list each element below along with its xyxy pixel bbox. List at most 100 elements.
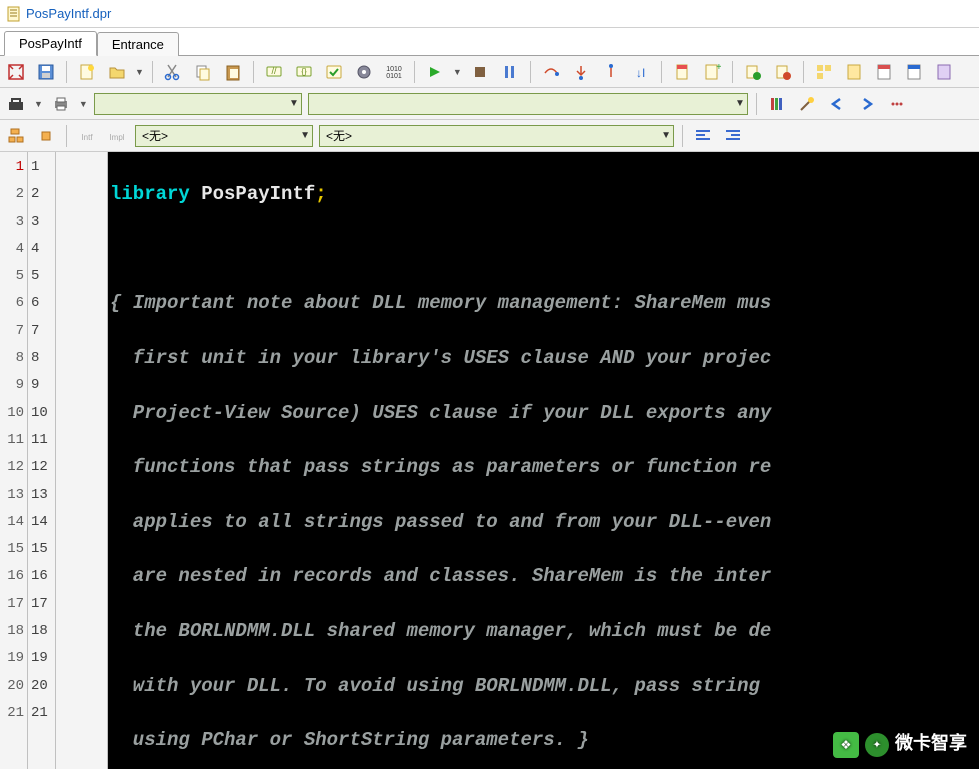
svg-text:Intf: Intf	[81, 133, 93, 142]
svg-text:{}: {}	[301, 67, 307, 76]
forward-icon[interactable]	[855, 92, 879, 116]
settings-icon[interactable]	[352, 60, 376, 84]
svg-text://: //	[271, 66, 277, 76]
line-number: 15	[31, 536, 55, 563]
ellipsis-icon[interactable]	[885, 92, 909, 116]
doc-d-icon[interactable]	[932, 60, 956, 84]
line-number: 1	[0, 154, 24, 181]
expand-tree-icon[interactable]	[4, 124, 28, 148]
line-number: 4	[31, 236, 55, 263]
separator	[530, 61, 531, 83]
doc-a-icon[interactable]	[842, 60, 866, 84]
chevron-down-icon: ▼	[300, 130, 310, 141]
dropdown-arrow-icon[interactable]: ▼	[453, 67, 462, 77]
toolbox-icon[interactable]	[4, 92, 28, 116]
comment-icon[interactable]: //	[262, 60, 286, 84]
separator	[803, 61, 804, 83]
intf-icon[interactable]: Intf	[75, 124, 99, 148]
dropdown-arrow-icon[interactable]: ▼	[79, 99, 88, 109]
cursor-position-icon[interactable]: ↓I	[629, 60, 653, 84]
line-number: 16	[0, 563, 24, 590]
tab-entrance[interactable]: Entrance	[97, 32, 179, 56]
new-file-icon[interactable]	[75, 60, 99, 84]
chevron-down-icon: ▼	[661, 130, 671, 141]
wechat-round-icon: ✦	[865, 733, 889, 757]
save-icon[interactable]	[34, 60, 58, 84]
align-left-icon[interactable]	[691, 124, 715, 148]
line-number: 12	[31, 454, 55, 481]
step-out-icon[interactable]	[599, 60, 623, 84]
pause-icon[interactable]	[498, 60, 522, 84]
chevron-down-icon: ▼	[735, 98, 745, 109]
class-remove-icon[interactable]	[771, 60, 795, 84]
tool-magic-icon[interactable]	[795, 92, 819, 116]
separator	[414, 61, 415, 83]
toolbar-search: ▼ ▼ ▼ ▼	[0, 88, 979, 120]
line-number: 4	[0, 236, 24, 263]
nav-combo-2[interactable]: <无>▼	[319, 125, 674, 147]
chevron-down-icon: ▼	[289, 98, 299, 109]
binary-icon[interactable]: 10100101	[382, 60, 406, 84]
class-add-icon[interactable]	[741, 60, 765, 84]
library-icon[interactable]	[765, 92, 789, 116]
collapse-tree-icon[interactable]	[34, 124, 58, 148]
search-combo-2[interactable]: ▼	[308, 93, 748, 115]
line-number: 9	[0, 372, 24, 399]
doc-b-icon[interactable]	[872, 60, 896, 84]
code-comment: with your DLL. To avoid using BORLNDMM.D…	[110, 673, 979, 700]
svg-text:↓I: ↓I	[636, 66, 645, 80]
line-number: 20	[31, 673, 55, 700]
step-into-icon[interactable]	[569, 60, 593, 84]
code-keyword: library	[110, 183, 190, 205]
dropdown-arrow-icon[interactable]: ▼	[135, 67, 144, 77]
watermark-text: 微卡智享	[895, 732, 967, 759]
paste-icon[interactable]	[221, 60, 245, 84]
module-list-icon[interactable]	[812, 60, 836, 84]
check-icon[interactable]	[322, 60, 346, 84]
comment-block-icon[interactable]: {}	[292, 60, 316, 84]
line-number: 9	[31, 372, 55, 399]
search-combo-1[interactable]: ▼	[94, 93, 302, 115]
separator	[66, 125, 67, 147]
impl-icon[interactable]: Impl	[105, 124, 129, 148]
line-number: 21	[0, 700, 24, 727]
line-number: 19	[0, 645, 24, 672]
step-over-icon[interactable]	[539, 60, 563, 84]
line-number: 1	[31, 154, 55, 181]
print-icon[interactable]	[49, 92, 73, 116]
dropdown-arrow-icon[interactable]: ▼	[34, 99, 43, 109]
tab-pospayintf[interactable]: PosPayIntf	[4, 31, 97, 56]
new-folder-icon[interactable]	[105, 60, 129, 84]
line-number: 8	[31, 345, 55, 372]
doc-c-icon[interactable]	[902, 60, 926, 84]
back-icon[interactable]	[825, 92, 849, 116]
separator	[756, 93, 757, 115]
line-number: 13	[0, 482, 24, 509]
file-icon	[6, 6, 22, 22]
code-ident: PosPayIntf	[190, 183, 315, 205]
cut-icon[interactable]	[161, 60, 185, 84]
nav-combo-1[interactable]: <无>▼	[135, 125, 313, 147]
svg-text:Impl: Impl	[109, 133, 124, 142]
new-doc-icon[interactable]: +	[700, 60, 724, 84]
line-number: 12	[0, 454, 24, 481]
line-number: 7	[31, 318, 55, 345]
code-comment: functions that pass strings as parameter…	[110, 454, 979, 481]
line-number: 5	[0, 263, 24, 290]
line-number: 5	[31, 263, 55, 290]
align-right-icon[interactable]	[721, 124, 745, 148]
line-number: 11	[0, 427, 24, 454]
stop-icon[interactable]	[468, 60, 492, 84]
fold-gutter	[56, 152, 108, 769]
code-editor[interactable]: library PosPayIntf; { Important note abo…	[108, 152, 979, 769]
expand-icon[interactable]	[4, 60, 28, 84]
line-number: 6	[0, 290, 24, 317]
copy-icon[interactable]	[191, 60, 215, 84]
bookmark-icon[interactable]	[670, 60, 694, 84]
line-number: 18	[0, 618, 24, 645]
run-icon[interactable]	[423, 60, 447, 84]
line-number-gutter-b: 1 2 3 4 5 6 7 8 9 10 11 12 13 14 15 16 1…	[28, 152, 56, 769]
line-number: 3	[31, 209, 55, 236]
line-number: 15	[0, 536, 24, 563]
line-number: 2	[31, 181, 55, 208]
